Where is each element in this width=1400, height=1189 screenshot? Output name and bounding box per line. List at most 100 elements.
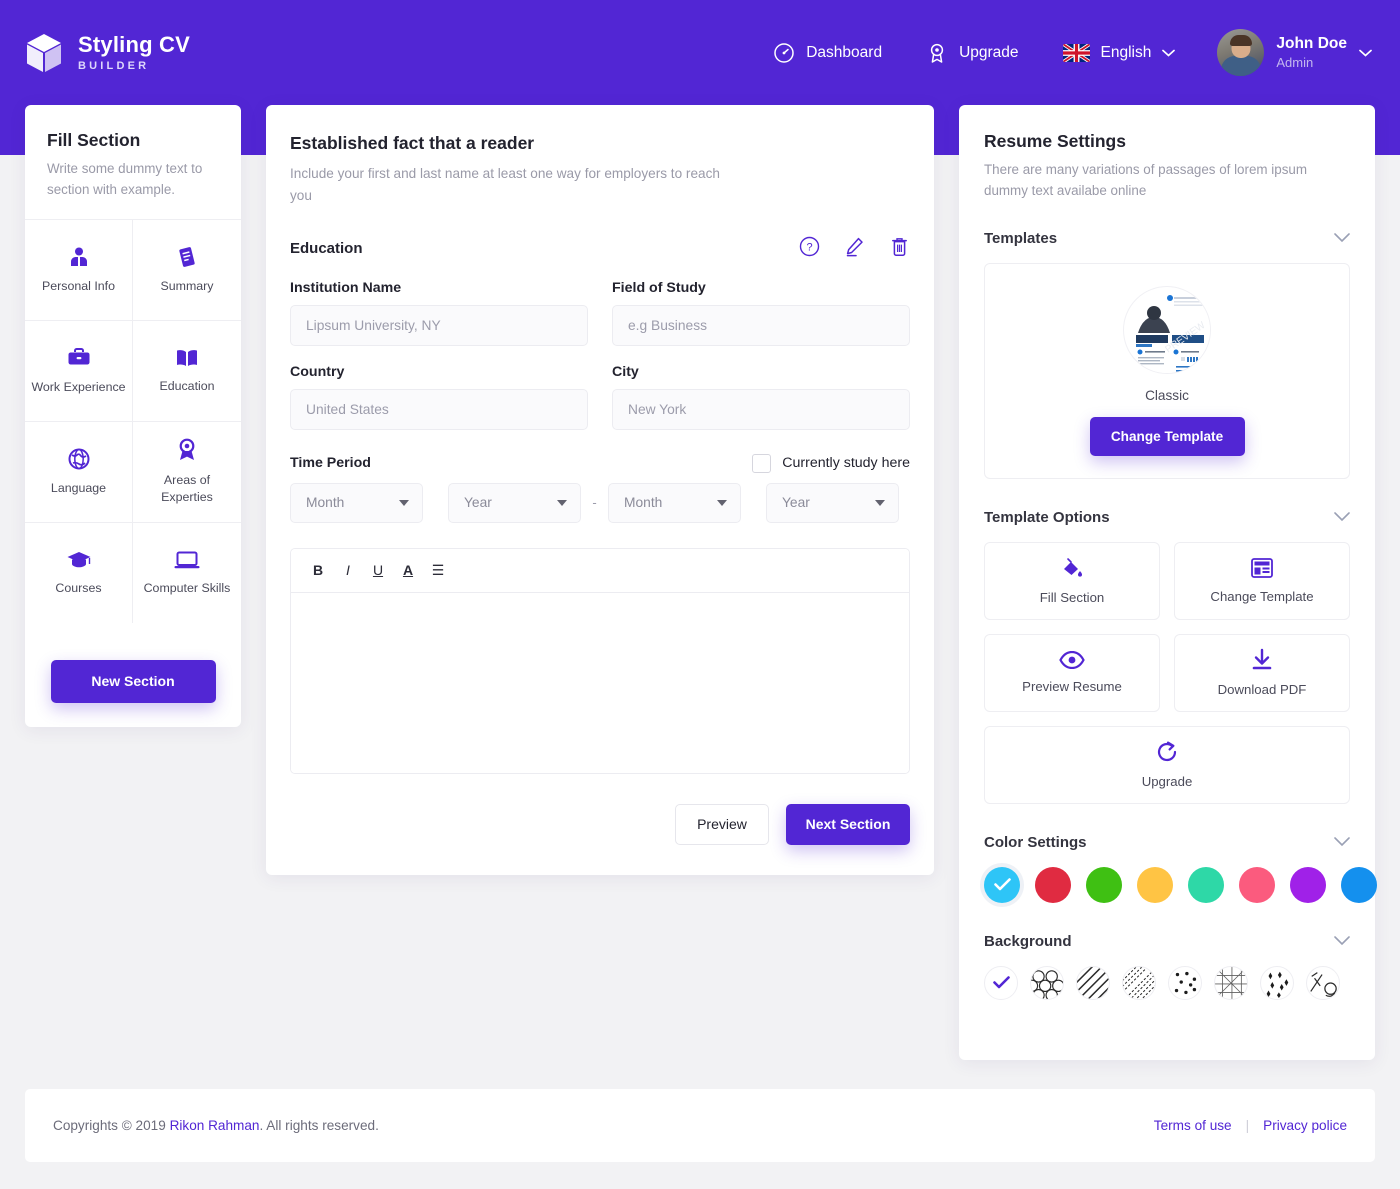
option-preview-resume[interactable]: Preview Resume — [984, 633, 1160, 712]
color-swatch[interactable] — [1035, 866, 1071, 903]
speedometer-icon — [774, 42, 794, 63]
book-icon — [177, 350, 197, 366]
checkbox-box — [752, 453, 772, 473]
background-swatch[interactable] — [1030, 965, 1064, 1000]
institution-input[interactable] — [290, 304, 588, 346]
location-field-row: Country City — [290, 364, 910, 430]
end-year-select[interactable]: Year — [766, 482, 899, 523]
brand-logo[interactable]: Styling CV BUILDER — [24, 32, 190, 74]
start-month-value: Month — [306, 495, 345, 511]
sidebar-item-courses[interactable]: Courses — [25, 521, 133, 623]
form-actions: Preview Next Section — [290, 803, 910, 845]
nav-item-upgrade[interactable]: Upgrade — [904, 42, 1040, 64]
color-swatch[interactable] — [1341, 866, 1377, 903]
option-label: Preview Resume — [1022, 679, 1122, 695]
pattern-diamonds-icon — [1266, 971, 1289, 998]
start-year-select[interactable]: Year — [448, 482, 581, 523]
user-menu[interactable]: John Doe Admin — [1197, 29, 1372, 76]
field-of-study-input[interactable] — [612, 304, 910, 346]
bold-icon[interactable]: B — [303, 555, 333, 585]
accordion-templates[interactable]: Templates — [984, 230, 1350, 247]
sidebar-item-personal-info[interactable]: Personal Info — [25, 218, 133, 320]
chevron-down-icon — [717, 499, 727, 506]
accordion-color-settings[interactable]: Color Settings — [984, 834, 1350, 851]
template-options-grid: Fill Section Change Template Preview Res… — [984, 541, 1350, 804]
color-swatch[interactable] — [1188, 866, 1224, 903]
option-download-pdf[interactable]: Download PDF — [1174, 633, 1350, 712]
help-icon[interactable]: ? — [799, 236, 820, 262]
sidebar-item-language[interactable]: Language — [25, 420, 133, 522]
preview-button[interactable]: Preview — [675, 803, 769, 845]
sidebar-item-computer-skills[interactable]: Computer Skills — [133, 521, 241, 623]
ribbon-icon — [179, 439, 195, 461]
sidebar-item-areas-of-experties[interactable]: Areas of Experties — [133, 420, 241, 522]
next-section-button[interactable]: Next Section — [786, 803, 910, 845]
eye-icon — [1059, 651, 1085, 670]
check-icon — [992, 976, 1010, 989]
start-year-value: Year — [464, 495, 492, 511]
chevron-down-icon — [1334, 512, 1350, 522]
editor-content[interactable] — [291, 592, 909, 773]
user-role: Admin — [1276, 55, 1314, 71]
award-icon — [930, 43, 944, 63]
color-swatch[interactable] — [1137, 866, 1173, 903]
background-swatch[interactable] — [1214, 965, 1248, 1000]
accordion-templates-label: Templates — [984, 229, 1058, 247]
nav-item-dashboard[interactable]: Dashboard — [751, 42, 904, 64]
terms-of-use-link[interactable]: Terms of use — [1154, 1118, 1232, 1133]
edit-icon[interactable] — [844, 236, 865, 262]
list-icon[interactable]: ☰ — [423, 555, 453, 585]
accordion-template-options[interactable]: Template Options — [984, 509, 1350, 526]
globe-icon — [68, 448, 89, 470]
background-swatch[interactable] — [1306, 965, 1340, 1000]
sidebar-item-label: Work Experience — [31, 379, 126, 394]
settings-title: Resume Settings — [984, 131, 1126, 151]
change-template-button[interactable]: Change Template — [1089, 416, 1245, 456]
option-fill-section[interactable]: Fill Section — [984, 541, 1160, 620]
option-change-template[interactable]: Change Template — [1174, 541, 1350, 620]
background-pattern-row — [984, 965, 1350, 1000]
accordion-background-label: Background — [984, 932, 1072, 950]
copyright-prefix: Copyrights © 2019 — [53, 1118, 170, 1133]
panel-title: Fill Section — [47, 130, 141, 150]
italic-icon[interactable]: I — [333, 555, 363, 585]
author-link[interactable]: Rikon Rahman — [170, 1118, 260, 1133]
option-upgrade[interactable]: Upgrade — [984, 725, 1350, 804]
currently-study-here-checkbox[interactable]: Currently study here — [752, 453, 910, 473]
field-of-study-field: Field of Study — [612, 280, 910, 346]
background-swatch[interactable] — [1076, 965, 1110, 1000]
new-section-button[interactable]: New Section — [50, 659, 216, 703]
panel-description: Write some dummy text to section with ex… — [47, 161, 203, 197]
sidebar-item-work-experience[interactable]: Work Experience — [25, 319, 133, 421]
background-swatch[interactable] — [1168, 965, 1202, 1000]
color-swatch[interactable] — [984, 866, 1020, 903]
privacy-policy-link[interactable]: Privacy police — [1263, 1118, 1347, 1133]
background-swatch[interactable] — [984, 965, 1018, 1000]
uk-flag-icon — [1062, 43, 1090, 62]
start-month-select[interactable]: Month — [290, 482, 423, 523]
color-swatch[interactable] — [1290, 866, 1326, 903]
sidebar-item-education[interactable]: Education — [133, 319, 241, 421]
accordion-color-settings-label: Color Settings — [984, 833, 1087, 851]
layout-icon — [1251, 558, 1273, 578]
template-card[interactable]: PREVIEW Classic Change Template — [984, 262, 1350, 479]
chevron-down-icon — [557, 499, 567, 506]
color-swatch[interactable] — [1239, 866, 1275, 903]
delete-icon[interactable] — [889, 236, 910, 262]
document-icon — [179, 247, 195, 267]
background-swatch[interactable] — [1122, 965, 1156, 1000]
nav-item-language[interactable]: English — [1041, 43, 1198, 62]
city-input[interactable] — [612, 388, 910, 430]
background-swatch[interactable] — [1260, 965, 1294, 1000]
laptop-icon — [174, 551, 200, 569]
country-input[interactable] — [290, 388, 588, 430]
footer-links: Terms of use | Privacy police — [1154, 1118, 1347, 1133]
pattern-dense-diagonal-icon — [1123, 966, 1155, 999]
accordion-background[interactable]: Background — [984, 933, 1350, 950]
font-color-icon[interactable]: A — [393, 555, 423, 585]
user-icon — [70, 247, 87, 266]
end-month-select[interactable]: Month — [608, 482, 741, 523]
color-swatch[interactable] — [1086, 866, 1122, 903]
underline-icon[interactable]: U — [363, 555, 393, 585]
sidebar-item-summary[interactable]: Summary — [133, 218, 241, 320]
